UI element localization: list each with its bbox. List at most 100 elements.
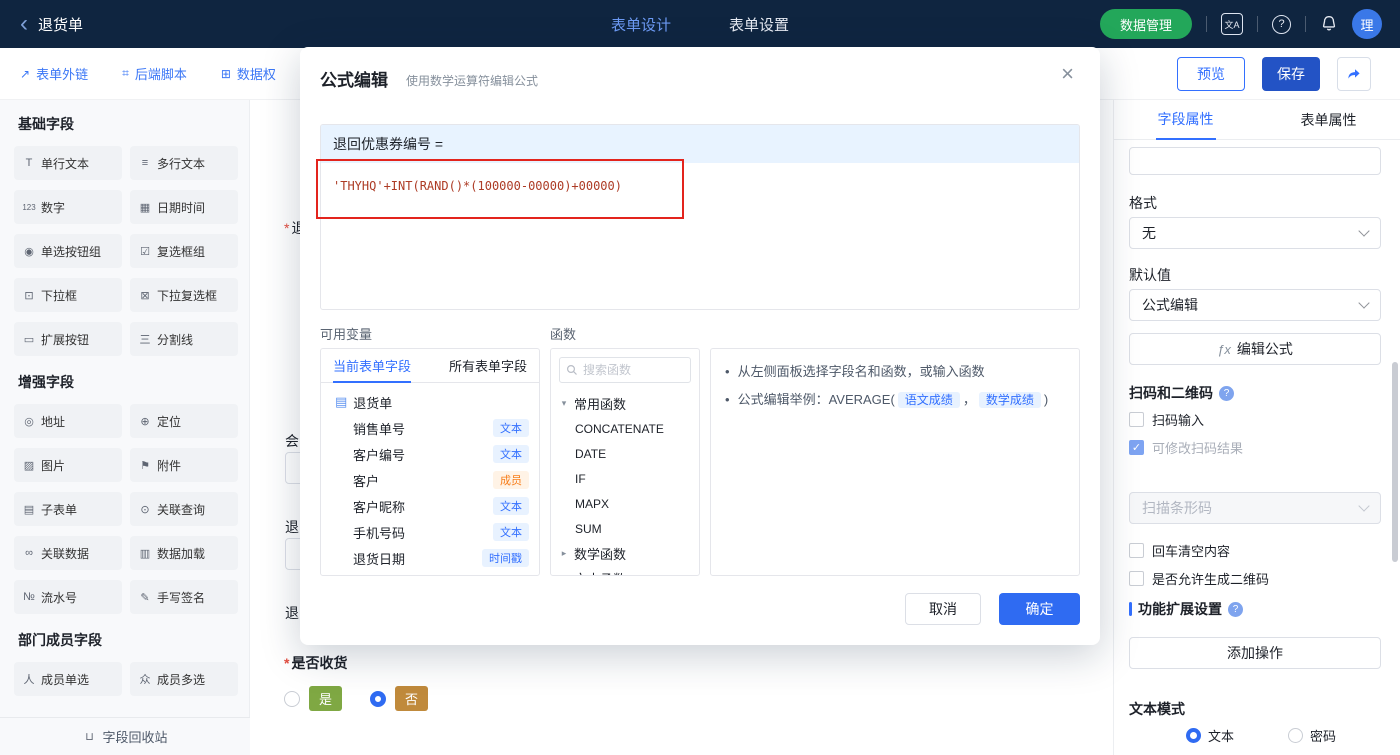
field-item-single-line-text[interactable]: T 单行文本 xyxy=(14,146,122,180)
checkbox-unchecked[interactable] xyxy=(1129,412,1144,427)
allow-qr-checkbox-row[interactable]: 是否允许生成二维码 xyxy=(1129,569,1381,588)
scan-editable-checkbox-row[interactable]: ✓ 可修改扫码结果 xyxy=(1129,438,1381,457)
default-value-select[interactable]: 公式编辑 xyxy=(1129,289,1381,321)
variable-row[interactable]: 手机号码 文本 xyxy=(321,519,539,545)
radio-text-mode[interactable] xyxy=(1186,728,1201,743)
add-action-button[interactable]: 添加操作 xyxy=(1129,637,1381,669)
variable-row[interactable]: 客户昵称 文本 xyxy=(321,493,539,519)
tab-form-design[interactable]: 表单设计 xyxy=(611,14,671,35)
field-item-number[interactable]: 123 数字 xyxy=(14,190,122,224)
language-icon[interactable]: 文A xyxy=(1221,13,1243,35)
help-icon[interactable]: ? xyxy=(1272,14,1291,34)
share-button[interactable] xyxy=(1337,56,1371,91)
function-group-common[interactable]: ▾ 常用函数 xyxy=(551,391,699,416)
field-item-linked-data[interactable]: ∞ 关联数据 xyxy=(14,536,122,570)
question-icon[interactable]: ? xyxy=(1219,385,1234,401)
group-label: 数学函数 xyxy=(574,547,627,562)
save-button[interactable]: 保存 xyxy=(1262,56,1320,91)
data-manage-button[interactable]: 数据管理 xyxy=(1099,9,1192,39)
preview-button[interactable]: 预览 xyxy=(1177,56,1245,91)
tab-all-form-fields[interactable]: 所有表单字段 xyxy=(449,356,527,375)
variable-name: 退货日期 xyxy=(353,551,406,567)
variable-row[interactable]: 客户 成员 xyxy=(321,467,539,493)
toolbar-item-backend-script[interactable]: ⌗ 后端脚本 xyxy=(122,64,187,83)
yes-tag[interactable]: 是 xyxy=(309,686,343,711)
toolbar-item-form-external-link[interactable]: ↗ 表单外链 xyxy=(20,64,88,83)
field-item-multi-dropdown[interactable]: ⊠ 下拉复选框 xyxy=(130,278,238,312)
edit-formula-button[interactable]: ƒx 编辑公式 xyxy=(1129,333,1381,365)
formula-editor[interactable]: 退回优惠券编号 = 'THYHQ'+INT(RAND()*(100000-000… xyxy=(320,124,1080,310)
radio-password-mode[interactable] xyxy=(1288,728,1304,743)
notification-bell-icon[interactable] xyxy=(1320,15,1338,33)
radio-yes[interactable] xyxy=(284,690,300,707)
tab-form-settings[interactable]: 表单设置 xyxy=(729,14,789,35)
enhanced-fields-grid: ◎ 地址 ⊕ 定位 ▨ 图片 ⚑ 附件 ▤ 子表单 ⊙ 关联查询 ∞ 关联数据 ▥ 数据加载 №… xyxy=(14,404,238,614)
field-item-subform[interactable]: ▤ 子表单 xyxy=(14,492,122,526)
cancel-button[interactable]: 取消 xyxy=(905,593,981,625)
field-item-multi-line-text[interactable]: ≡ 多行文本 xyxy=(130,146,238,180)
field-item-datetime[interactable]: ▦ 日期时间 xyxy=(130,190,238,224)
field-item-label: 数字 xyxy=(41,200,66,215)
variables-title: 可用变量 xyxy=(320,327,373,342)
format-select[interactable]: 无 xyxy=(1129,217,1381,249)
tab-current-form-fields[interactable]: 当前表单字段 xyxy=(333,349,412,383)
variable-name: 客户编号 xyxy=(353,447,406,463)
divider xyxy=(1305,16,1306,32)
ok-button[interactable]: 确定 xyxy=(999,593,1080,625)
field-item-image[interactable]: ▨ 图片 xyxy=(14,448,122,482)
checkbox-unchecked[interactable] xyxy=(1129,543,1144,558)
function-search-input[interactable] xyxy=(583,363,683,377)
formula-code[interactable]: 'THYHQ'+INT(RAND()*(100000-00000)+00000) xyxy=(321,163,1079,209)
question-icon[interactable]: ? xyxy=(1228,601,1243,617)
variable-row[interactable]: 退货日期 时间戳 xyxy=(321,545,539,571)
toolbar-item-data-permission[interactable]: ⊞ 数据权 xyxy=(221,64,276,83)
variable-row[interactable]: 销售单号 文本 xyxy=(321,415,539,441)
field-item-checkbox-group[interactable]: ☑ 复选框组 xyxy=(130,234,238,268)
tab-field-props[interactable]: 字段属性 xyxy=(1114,100,1257,140)
back-icon[interactable]: ‹ xyxy=(20,12,28,36)
checkbox-checked[interactable]: ✓ xyxy=(1129,440,1144,455)
checkbox-unchecked[interactable] xyxy=(1129,571,1144,586)
field-item-radio-group[interactable]: ◉ 单选按钮组 xyxy=(14,234,122,268)
function-group-math[interactable]: ▸ 数学函数 xyxy=(551,541,699,566)
scan-barcode-select[interactable]: 扫描条形码 xyxy=(1129,492,1381,524)
scrollbar[interactable] xyxy=(1392,362,1398,562)
close-icon[interactable]: × xyxy=(1061,63,1074,85)
props-input[interactable] xyxy=(1129,147,1381,175)
field-item-linked-query[interactable]: ⊙ 关联查询 xyxy=(130,492,238,526)
field-item-member-single[interactable]: 人成员单选 xyxy=(14,662,122,696)
function-item[interactable]: CONCATENATE xyxy=(551,416,699,441)
field-item-location[interactable]: ⊕ 定位 xyxy=(130,404,238,438)
signature-pen-icon: ✎ xyxy=(140,591,150,604)
field-item-extend-button[interactable]: ▭ 扩展按钮 xyxy=(14,322,122,356)
radio-no[interactable] xyxy=(370,690,387,707)
avatar[interactable]: 理 xyxy=(1352,9,1382,39)
no-tag[interactable]: 否 xyxy=(395,686,429,711)
field-item-data-load[interactable]: ▥ 数据加载 xyxy=(130,536,238,570)
tab-form-props[interactable]: 表单属性 xyxy=(1257,100,1400,139)
form-node[interactable]: ▤ 退货单 xyxy=(321,389,539,415)
variables-tabs: 当前表单字段 所有表单字段 xyxy=(321,349,539,383)
field-label-fragment: 退 xyxy=(285,519,299,535)
field-item-signature[interactable]: ✎ 手写签名 xyxy=(130,580,238,614)
function-group-text[interactable]: ▸ 文本函数 xyxy=(551,566,699,575)
variable-row[interactable]: 客户编号 文本 xyxy=(321,441,539,467)
field-item-dropdown[interactable]: ⊡ 下拉框 xyxy=(14,278,122,312)
scan-input-checkbox-row[interactable]: 扫码输入 xyxy=(1129,410,1381,429)
field-item-address[interactable]: ◎ 地址 xyxy=(14,404,122,438)
required-star: * xyxy=(284,655,290,671)
type-tag: 文本 xyxy=(493,445,529,463)
topbar-left: ‹ 退货单 xyxy=(0,12,83,36)
function-item[interactable]: DATE xyxy=(551,441,699,466)
function-search[interactable] xyxy=(559,357,691,383)
field-recycle-bin[interactable]: ⊔ 字段回收站 xyxy=(0,717,250,755)
field-item-divider[interactable]: 三分割线 xyxy=(130,322,238,356)
field-item-label: 关联数据 xyxy=(41,546,90,561)
enter-clear-checkbox-row[interactable]: 回车清空内容 xyxy=(1129,541,1381,560)
field-item-member-multi[interactable]: 众成员多选 xyxy=(130,662,238,696)
function-item[interactable]: IF xyxy=(551,466,699,491)
function-item[interactable]: SUM xyxy=(551,516,699,541)
field-item-serial-number[interactable]: № 流水号 xyxy=(14,580,122,614)
function-item[interactable]: MAPX xyxy=(551,491,699,516)
field-item-attachment[interactable]: ⚑ 附件 xyxy=(130,448,238,482)
